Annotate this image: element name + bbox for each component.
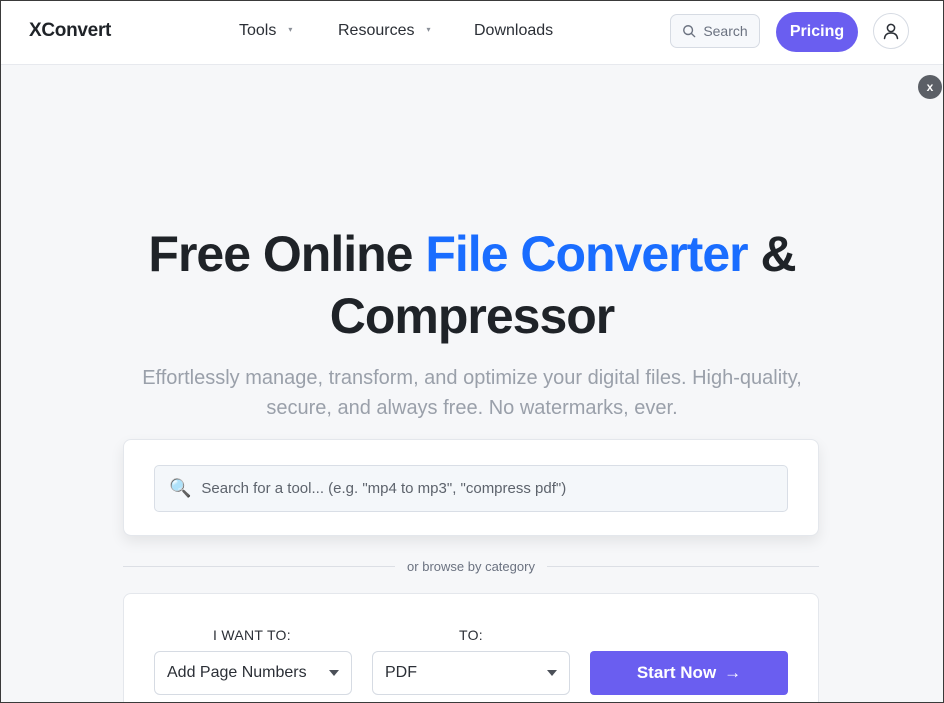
from-select[interactable]: Add Page Numbers [154,651,352,695]
nav-downloads[interactable]: Downloads [474,22,553,40]
account-button[interactable] [873,13,909,49]
nav-downloads-label: Downloads [474,22,554,39]
pricing-button[interactable]: Pricing [776,12,858,52]
divider-text: or browse by category [407,558,535,574]
header-search-button[interactable]: Search [670,14,760,48]
to-select[interactable]: PDF [372,651,570,695]
title-part1: Free Online [148,226,426,282]
chevron-down-icon: ▾ [288,24,293,34]
arrow-right-icon: → [724,663,742,682]
nav-resources-label: Resources [338,22,415,39]
logo[interactable]: XConvert [29,20,111,42]
start-now-button[interactable]: Start Now → [590,651,788,695]
from-select-value: Add Page Numbers [167,664,307,681]
dropdown-arrow-icon [329,670,339,676]
magnifier-icon: 🔍 [169,478,192,498]
title-accent: File Converter [425,226,748,282]
start-now-label: Start Now [636,663,717,682]
search-icon [683,25,696,38]
to-select-value: PDF [385,664,417,681]
to-label: TO: [459,627,483,643]
nav-tools-label: Tools [239,22,277,39]
header-search-label: Search [703,23,748,39]
nav-resources[interactable]: Resources ▾ [338,22,431,40]
user-icon [883,23,899,40]
title-line2: Compressor [329,288,616,344]
divider-line-left [123,565,396,567]
close-button[interactable]: x [918,75,942,99]
tool-search-box[interactable]: 🔍 [154,465,788,512]
tool-search-card: 🔍 [123,439,819,536]
from-label: I WANT TO: [213,627,291,643]
page-title: Free Online File Converter & Compressor [1,223,943,347]
divider-line-right [546,565,819,567]
converter-card: I WANT TO: Add Page Numbers TO: PDF Star… [123,593,819,702]
tool-search-input[interactable] [201,480,762,497]
hero-subtitle: Effortlessly manage, transform, and opti… [142,367,802,419]
top-navbar: XConvert Tools ▾ Resources ▾ Downloads S… [1,1,943,65]
nav-tools[interactable]: Tools ▾ [239,22,292,40]
chevron-down-icon: ▾ [426,24,431,34]
category-divider: or browse by category [123,556,819,576]
title-part2: & [747,226,796,282]
dropdown-arrow-icon [547,670,557,676]
page: XConvert Tools ▾ Resources ▾ Downloads S… [0,0,944,703]
